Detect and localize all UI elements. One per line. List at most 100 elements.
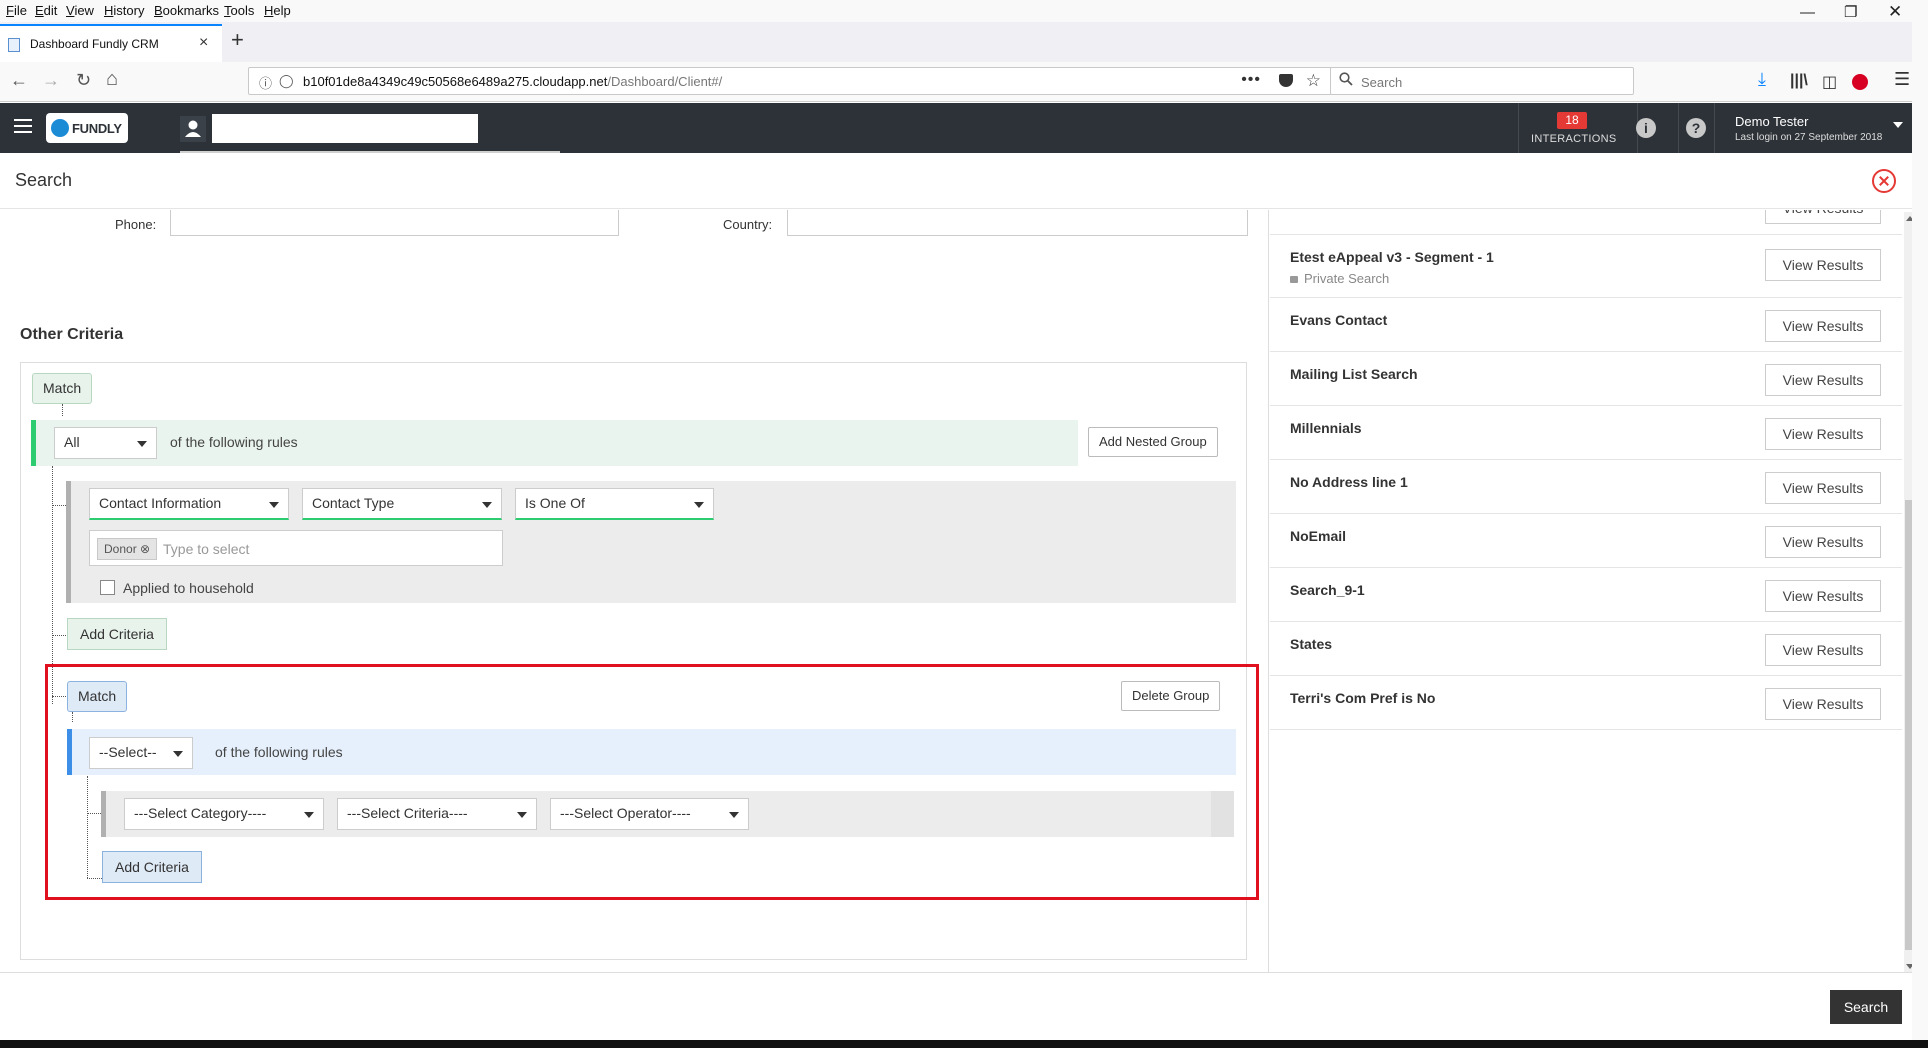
url-bar[interactable]: ⓘ ◯ b10f01de8a4349c49c50568e6489a275.clo… xyxy=(248,67,1332,95)
private-search-note: Private Search xyxy=(1290,271,1389,286)
tree-connector xyxy=(52,635,66,636)
criteria-field-select[interactable]: Contact Type xyxy=(302,488,502,520)
user-search-icon[interactable] xyxy=(180,116,206,142)
saved-search-name[interactable]: Etest eAppeal v3 - Segment - 1 xyxy=(1290,249,1494,265)
view-results-button[interactable]: View Results xyxy=(1765,472,1881,504)
panel-footer: Search xyxy=(0,972,1912,1040)
view-results-button[interactable]: View Results xyxy=(1765,634,1881,666)
saved-search-name[interactable]: States xyxy=(1290,636,1332,652)
fundly-logo[interactable]: FUNDLY xyxy=(46,113,128,143)
user-name[interactable]: Demo Tester xyxy=(1735,114,1808,129)
quick-search-input[interactable] xyxy=(212,114,478,143)
criteria-category-select[interactable]: Contact Information xyxy=(89,488,289,520)
menu-tools[interactable]: Tools xyxy=(224,3,254,18)
saved-search-name[interactable]: Evans Contact xyxy=(1290,312,1387,328)
page-favicon-icon xyxy=(8,38,20,52)
applied-to-household-label: Applied to household xyxy=(123,580,254,596)
menu-history[interactable]: History xyxy=(104,3,144,18)
criteria-operator-select[interactable]: Is One Of xyxy=(515,488,714,520)
view-results-button[interactable]: View Results xyxy=(1765,580,1881,612)
saved-search-name[interactable]: Millennials xyxy=(1290,420,1362,436)
saved-search-name[interactable]: NoEmail xyxy=(1290,528,1346,544)
chevron-down-icon xyxy=(137,441,147,447)
new-tab-icon[interactable]: + xyxy=(231,27,244,53)
back-icon[interactable]: ← xyxy=(10,70,28,91)
pocket-save-icon[interactable] xyxy=(1852,74,1868,90)
tab-close-icon[interactable]: × xyxy=(199,34,208,52)
menu-bookmarks[interactable]: Bookmarks xyxy=(154,3,219,18)
phone-field[interactable] xyxy=(170,210,619,236)
saved-search-name[interactable]: Mailing List Search xyxy=(1290,366,1418,382)
reload-icon[interactable]: ↻ xyxy=(76,70,91,91)
tracking-shield-icon[interactable]: ◯ xyxy=(279,73,294,89)
view-results-button[interactable]: View Results xyxy=(1765,249,1881,281)
help-icon[interactable]: ? xyxy=(1686,118,1706,138)
pocket-icon[interactable] xyxy=(1279,74,1293,87)
group1-add-criteria-button[interactable]: Add Criteria xyxy=(67,618,167,650)
remove-tag-icon[interactable]: ⊗ xyxy=(140,542,150,556)
bookmark-star-icon[interactable]: ☆ xyxy=(1306,71,1321,91)
saved-search-name[interactable]: Terri's Com Pref is No xyxy=(1290,690,1435,706)
chevron-down-icon xyxy=(482,502,492,508)
app-menu-icon[interactable] xyxy=(14,119,32,133)
sidebar-icon[interactable]: ◫ xyxy=(1822,72,1837,92)
downloads-icon[interactable]: ⤓ xyxy=(1758,69,1766,90)
interactions-button[interactable]: 18 INTERACTIONS xyxy=(1518,103,1638,153)
logo-mark-icon xyxy=(51,119,69,137)
forward-icon[interactable]: → xyxy=(42,70,60,91)
search-button[interactable]: Search xyxy=(1830,990,1902,1024)
group1-rules-text: of the following rules xyxy=(170,434,298,450)
view-results-button[interactable]: View Results xyxy=(1765,526,1881,558)
user-menu-chevron-down-icon[interactable] xyxy=(1893,122,1903,128)
page-actions-icon[interactable]: ••• xyxy=(1241,71,1261,89)
menu-help[interactable]: Help xyxy=(264,3,291,18)
list-item: Etest eAppeal v3 - Segment - 1 Private S… xyxy=(1270,235,1902,298)
lock-icon xyxy=(1290,276,1298,283)
list-item: NoEmail View Results xyxy=(1270,514,1902,568)
info-icon[interactable]: i xyxy=(1636,118,1656,138)
view-results-button[interactable]: View Results xyxy=(1765,688,1881,720)
applied-to-household-checkbox[interactable] xyxy=(100,580,115,595)
menu-file[interactable]: File xyxy=(6,3,27,18)
site-info-icon[interactable]: ⓘ xyxy=(259,73,272,92)
country-field[interactable] xyxy=(787,210,1248,236)
list-item: Terri's Com Pref is No View Results xyxy=(1270,676,1902,730)
hamburger-menu-icon[interactable]: ☰ xyxy=(1894,69,1910,90)
os-taskbar xyxy=(0,1040,1928,1048)
list-item: Evans Contact View Results xyxy=(1270,298,1902,352)
page-title: Search xyxy=(15,170,73,190)
criteria-value-multiselect[interactable]: Donor ⊗ Type to select xyxy=(89,530,503,566)
menu-edit[interactable]: Edit xyxy=(35,3,57,18)
view-results-button[interactable]: View Results xyxy=(1765,310,1881,342)
value-tag: Donor ⊗ xyxy=(97,538,158,560)
chevron-down-icon xyxy=(269,502,279,508)
tree-connector xyxy=(62,404,63,416)
window-close-icon[interactable]: ✕ xyxy=(1888,2,1902,22)
group1-match-select[interactable]: All xyxy=(54,427,157,459)
list-item: No Address line 1 View Results xyxy=(1270,460,1902,514)
saved-searches-list: View Results Etest eAppeal v3 - Segment … xyxy=(1268,210,1912,972)
tree-connector xyxy=(52,505,66,506)
browser-search-field[interactable]: Search xyxy=(1330,67,1634,95)
add-nested-group-button[interactable]: Add Nested Group xyxy=(1088,427,1218,457)
browser-scrollbar[interactable] xyxy=(1912,0,1928,1040)
menu-view[interactable]: View xyxy=(66,3,94,18)
value-placeholder: Type to select xyxy=(163,541,250,557)
list-item: Search_9-1 View Results xyxy=(1270,568,1902,622)
library-icon[interactable]: |||\ xyxy=(1790,72,1808,90)
restore-icon[interactable]: ❐ xyxy=(1844,3,1857,21)
saved-search-name[interactable]: No Address line 1 xyxy=(1290,474,1408,490)
search-icon xyxy=(1339,72,1353,86)
saved-search-name[interactable]: Search_9-1 xyxy=(1290,582,1365,598)
minimize-icon[interactable]: — xyxy=(1800,4,1815,21)
home-icon[interactable]: ⌂ xyxy=(106,68,118,91)
tab-strip: Dashboard Fundly CRM × + xyxy=(0,22,1928,62)
view-results-button[interactable]: View Results xyxy=(1765,418,1881,450)
close-panel-icon[interactable] xyxy=(1872,169,1896,193)
interactions-label: INTERACTIONS xyxy=(1531,133,1617,145)
list-item: Millennials View Results xyxy=(1270,406,1902,460)
view-results-button[interactable]: View Results xyxy=(1765,210,1881,224)
url-text: b10f01de8a4349c49c50568e6489a275.cloudap… xyxy=(303,74,723,89)
tab-dashboard[interactable]: Dashboard Fundly CRM × xyxy=(0,24,222,62)
view-results-button[interactable]: View Results xyxy=(1765,364,1881,396)
